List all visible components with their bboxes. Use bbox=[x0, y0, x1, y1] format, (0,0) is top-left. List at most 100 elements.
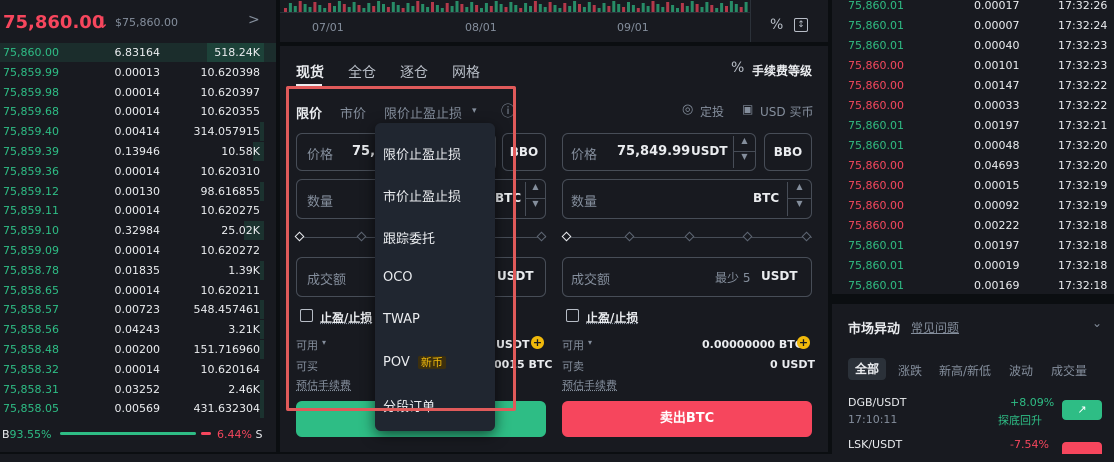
slider-step[interactable] bbox=[536, 231, 547, 242]
buy-tpsl-checkbox[interactable] bbox=[300, 309, 313, 322]
order-book-row[interactable]: 75,858.48 0.00200 151.716960 bbox=[0, 340, 276, 359]
movers-tab-volume[interactable]: 成交量 bbox=[1051, 362, 1087, 379]
dropdown-item-stop-limit[interactable]: 限价止盈止损 bbox=[383, 144, 461, 163]
dropdown-item-pov[interactable]: POV 新币 bbox=[383, 354, 446, 370]
volume-bar bbox=[524, 3, 528, 12]
sell-total-field[interactable]: 成交额 最少 5 USDT bbox=[562, 257, 812, 297]
order-book-row[interactable]: 75,858.57 0.00723 548.457461 bbox=[0, 300, 276, 320]
slider-step[interactable] bbox=[684, 231, 695, 242]
faq-link[interactable]: 常见问题 bbox=[911, 319, 959, 336]
buy-slider-handle[interactable] bbox=[294, 231, 305, 242]
trade-row: 75,860.00 0.00147 17:32:22 bbox=[832, 76, 1114, 96]
order-book-row[interactable]: 75,859.40 0.00414 314.057915 bbox=[0, 122, 276, 142]
auto-scale-icon[interactable]: ↕ bbox=[794, 18, 808, 32]
chevron-down-icon[interactable]: ⌄ bbox=[1092, 316, 1102, 330]
movers-tab-high-low[interactable]: 新高/新低 bbox=[939, 362, 991, 379]
movers-tab-volatility[interactable]: 波动 bbox=[1009, 362, 1033, 379]
mover-symbol[interactable]: DGB/USDT bbox=[848, 396, 906, 409]
trade-quantity: 0.00101 bbox=[974, 59, 1020, 72]
slider-step[interactable] bbox=[742, 231, 753, 242]
sell-bbo-button[interactable]: BBO bbox=[764, 133, 812, 171]
date-label: 09/01 bbox=[617, 21, 649, 34]
tab-grid[interactable]: 网格 bbox=[452, 62, 480, 82]
volume-bar bbox=[391, 2, 395, 12]
info-icon[interactable]: ⓘ bbox=[501, 101, 515, 121]
recurring-buy-link[interactable]: 定投 bbox=[700, 103, 724, 120]
dropdown-item-iceberg[interactable]: 分段订单 bbox=[383, 396, 435, 415]
add-funds-icon[interactable]: + bbox=[797, 336, 810, 349]
depth-bar bbox=[260, 340, 264, 359]
sell-tpsl-checkbox[interactable] bbox=[566, 309, 579, 322]
book-quantity: 0.00014 bbox=[114, 164, 161, 178]
order-book-row[interactable]: 75,859.12 0.00130 98.616855 bbox=[0, 181, 276, 201]
order-book-row[interactable]: 75,859.98 0.00014 10.620397 bbox=[0, 83, 276, 102]
trade-time: 17:32:23 bbox=[1058, 59, 1108, 72]
order-book-row[interactable]: 75,858.78 0.01835 1.39K bbox=[0, 260, 276, 280]
slider-step[interactable] bbox=[624, 231, 635, 242]
price-down-arrow-icon: ↓ bbox=[96, 13, 110, 32]
decrement-icon[interactable]: ▼ bbox=[787, 199, 811, 216]
movers-tab-all[interactable]: 全部 bbox=[848, 358, 886, 380]
order-book-row[interactable]: 75,858.05 0.00569 431.632304 bbox=[0, 399, 276, 419]
buy-bbo-button[interactable]: BBO bbox=[502, 133, 546, 171]
order-book-row[interactable]: 75,859.10 0.32984 25.02K bbox=[0, 221, 276, 241]
increment-icon[interactable]: ▲ bbox=[787, 182, 811, 199]
chevron-right-icon[interactable]: > bbox=[248, 12, 260, 28]
mover-symbol[interactable]: LSK/USDT bbox=[848, 438, 902, 451]
increment-icon[interactable]: ▲ bbox=[733, 136, 755, 152]
usd-buy-link[interactable]: USD 买币 bbox=[760, 103, 813, 120]
order-book-row[interactable]: 75,860.00 6.83164 518.24K bbox=[0, 43, 276, 62]
order-type-market[interactable]: 市价 bbox=[340, 103, 366, 122]
book-total: 10.620164 bbox=[200, 362, 261, 376]
order-book-row[interactable]: 75,859.39 0.13946 10.58K bbox=[0, 142, 276, 161]
movers-tab-change[interactable]: 涨跌 bbox=[898, 362, 922, 379]
increment-icon[interactable]: ▲ bbox=[525, 182, 545, 199]
tab-spot[interactable]: 现货 bbox=[296, 62, 324, 82]
order-book-row[interactable]: 75,858.65 0.00014 10.620211 bbox=[0, 281, 276, 300]
decrement-icon[interactable]: ▼ bbox=[733, 152, 755, 168]
slider-step[interactable] bbox=[356, 231, 367, 242]
dropdown-item-stop-market[interactable]: 市价止盈止损 bbox=[383, 186, 461, 205]
volume-bar bbox=[563, 3, 567, 12]
volume-bar bbox=[602, 3, 606, 12]
slider-step[interactable] bbox=[801, 231, 812, 242]
fee-level-link[interactable]: 手续费等级 bbox=[752, 62, 812, 79]
order-type-stop-limit[interactable]: 限价止盈止损 bbox=[384, 103, 462, 122]
chevron-down-icon[interactable]: ▾ bbox=[472, 106, 477, 116]
trade-row: 75,860.00 0.00033 17:32:22 bbox=[832, 96, 1114, 116]
book-price: 75,860.00 bbox=[3, 46, 59, 59]
order-book-row[interactable]: 75,859.99 0.00013 10.620398 bbox=[0, 63, 276, 82]
volume-bar bbox=[406, 3, 410, 12]
decrement-icon[interactable]: ▼ bbox=[525, 199, 545, 216]
sell-btc-button[interactable]: 卖出BTC bbox=[562, 401, 812, 437]
percent-icon[interactable]: % bbox=[770, 17, 783, 33]
order-book-row[interactable]: 75,859.09 0.00014 10.620272 bbox=[0, 241, 276, 260]
book-price: 75,858.05 bbox=[3, 402, 59, 416]
trade-time: 17:32:20 bbox=[1058, 159, 1108, 172]
trade-time: 17:32:22 bbox=[1058, 99, 1108, 112]
order-type-limit[interactable]: 限价 bbox=[296, 103, 322, 122]
sell-slider-handle[interactable] bbox=[561, 231, 572, 242]
order-book-row[interactable]: 75,858.31 0.03252 2.46K bbox=[0, 379, 276, 399]
dropdown-item-oco[interactable]: OCO bbox=[383, 270, 413, 285]
trade-quantity: 0.00033 bbox=[974, 99, 1020, 112]
order-book-row[interactable]: 75,859.36 0.00014 10.620310 bbox=[0, 162, 276, 181]
tab-isolated[interactable]: 逐仓 bbox=[400, 62, 428, 82]
volume-bar bbox=[342, 4, 346, 12]
add-funds-icon[interactable]: + bbox=[531, 336, 544, 349]
order-book-row[interactable]: 75,858.32 0.00014 10.620164 bbox=[0, 360, 276, 379]
sell-quantity-field[interactable]: 数量 BTC ▲ ▼ bbox=[562, 179, 812, 219]
sell-price-field[interactable]: 价格 75,849.99 USDT ▲ ▼ bbox=[562, 133, 756, 171]
dropdown-item-trailing[interactable]: 跟踪委托 bbox=[383, 228, 435, 247]
trade-row: 75,860.00 0.04693 17:32:20 bbox=[832, 156, 1114, 176]
book-price: 75,858.56 bbox=[3, 323, 59, 337]
order-book-row[interactable]: 75,859.68 0.00014 10.620355 bbox=[0, 102, 276, 121]
order-book-row[interactable]: 75,859.11 0.00014 10.620275 bbox=[0, 201, 276, 220]
tab-cross[interactable]: 全仓 bbox=[348, 62, 376, 82]
sell-total-unit: USDT bbox=[761, 269, 798, 283]
order-book-row[interactable]: 75,858.56 0.04243 3.21K bbox=[0, 320, 276, 340]
book-total: 10.620275 bbox=[200, 204, 261, 218]
chevron-down-icon[interactable]: ▾ bbox=[322, 338, 326, 347]
dropdown-item-twap[interactable]: TWAP bbox=[383, 312, 420, 327]
chevron-down-icon[interactable]: ▾ bbox=[588, 338, 592, 347]
